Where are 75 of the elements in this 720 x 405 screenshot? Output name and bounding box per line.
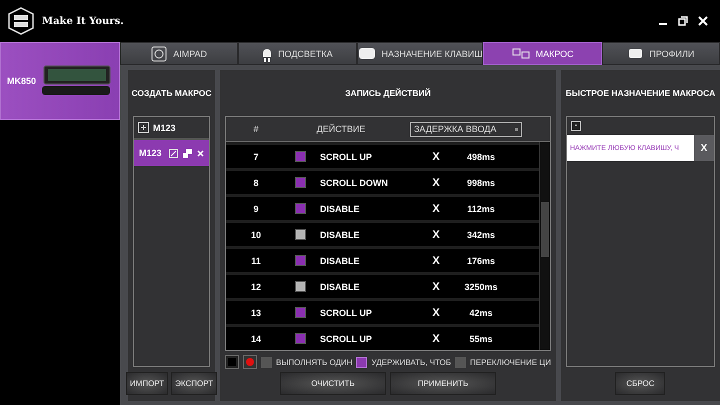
delay-value: 55ms xyxy=(468,334,494,344)
action-label: SCROLL DOWN xyxy=(319,178,389,188)
restore-icon[interactable] xyxy=(678,16,688,26)
remove-label[interactable]: X xyxy=(430,176,442,188)
remove-label[interactable]: X xyxy=(430,254,442,266)
new-macro-label: M123 xyxy=(153,122,176,132)
checkbox[interactable] xyxy=(356,356,368,368)
tab[interactable]: МАКРОС xyxy=(483,42,602,65)
action-label: DISABLE xyxy=(319,204,361,214)
panel-title: БЫСТРОЕ НАЗНАЧЕНИЕ МАКРОСА xyxy=(566,87,715,100)
row-number: 12 xyxy=(250,282,262,292)
row-number: 9 xyxy=(252,204,260,214)
remove-label[interactable]: X xyxy=(430,306,442,318)
delay-value: 498ms xyxy=(466,152,496,162)
option-label: ВЫПОЛНЯТЬ ОДИН xyxy=(276,358,352,366)
action-label: DISABLE xyxy=(319,282,361,292)
checkbox[interactable] xyxy=(261,356,272,368)
profile-icon xyxy=(627,48,644,60)
remove-label[interactable]: X xyxy=(430,280,442,292)
panel-title: ЗАПИСЬ ДЕЙСТВИЙ xyxy=(344,87,432,100)
row-number: 11 xyxy=(250,256,262,266)
action-label: DISABLE xyxy=(319,256,361,266)
keycap-icon xyxy=(358,46,376,60)
delay-value: 112ms xyxy=(466,204,496,214)
panel-button[interactable]: ПРИМЕНИТЬ xyxy=(390,372,496,395)
action-label: SCROLL UP xyxy=(319,334,373,344)
delete-icon[interactable] xyxy=(197,150,204,156)
option-label: ПЕРЕКЛЮЧЕНИЕ ЦИ xyxy=(470,358,551,366)
device-card[interactable]: MK850 xyxy=(0,42,120,120)
row-number: 7 xyxy=(252,152,260,162)
remove-label[interactable]: X xyxy=(430,202,442,214)
tab[interactable]: ПОДСВЕТКА xyxy=(238,42,356,65)
tagline: Make It Yours. xyxy=(42,16,124,26)
option-label: УДЕРЖИВАТЬ, ЧТОБ xyxy=(371,358,452,366)
logo-icon xyxy=(8,7,34,35)
panel-button[interactable]: ЭКСПОРТ xyxy=(171,372,218,395)
panel-button[interactable]: ИМПОРТ xyxy=(126,372,168,395)
delay-dropdown[interactable]: ЗАДЕРЖКА ВВОДА xyxy=(410,122,522,136)
checkbox[interactable] xyxy=(455,356,466,368)
delay-value: 998ms xyxy=(466,178,496,188)
column-header: ДЕЙСТВИЕ xyxy=(316,124,366,134)
panel-button[interactable]: ОЧИСТИТЬ xyxy=(280,372,386,395)
crosshair-icon xyxy=(151,46,168,62)
close-icon[interactable] xyxy=(698,16,708,26)
row-number: 8 xyxy=(252,178,260,188)
copy-icon[interactable] xyxy=(183,148,192,158)
stop-icon[interactable] xyxy=(225,355,239,369)
remove-label[interactable]: X xyxy=(430,150,442,162)
clear-button[interactable]: X xyxy=(694,135,714,161)
action-label: DISABLE xyxy=(319,230,361,240)
remove-label[interactable]: X xyxy=(430,332,442,344)
row-number: 10 xyxy=(250,230,262,240)
macro-name: M123 xyxy=(139,148,163,158)
keyboard-icon xyxy=(40,64,112,98)
delay-value: 3250ms xyxy=(463,282,499,292)
tab[interactable]: ПРОФИЛИ xyxy=(602,42,720,65)
remove-label[interactable]: X xyxy=(430,228,442,240)
row-number: 13 xyxy=(250,308,262,318)
delay-value: 42ms xyxy=(468,308,494,318)
action-label: SCROLL UP xyxy=(319,152,373,162)
record-icon[interactable] xyxy=(243,355,257,369)
panel-title: СОЗДАТЬ МАКРОС xyxy=(133,87,210,100)
tab[interactable]: НАЗНАЧЕНИЕ КЛАВИШ xyxy=(356,42,484,65)
delay-value: 342ms xyxy=(466,230,496,240)
scrollbar[interactable] xyxy=(538,142,550,350)
macro-icon xyxy=(512,48,530,60)
tab[interactable]: AIMPAD xyxy=(120,42,238,65)
add-icon[interactable] xyxy=(138,122,149,133)
column-header: # xyxy=(252,124,260,134)
macro-item[interactable]: M123 xyxy=(134,140,209,166)
delay-value: 176ms xyxy=(466,256,496,266)
edit-icon[interactable] xyxy=(169,148,178,158)
reset-button[interactable]: СБРОС xyxy=(615,372,666,395)
action-label: SCROLL UP xyxy=(319,308,373,318)
row-number: 14 xyxy=(250,334,262,344)
